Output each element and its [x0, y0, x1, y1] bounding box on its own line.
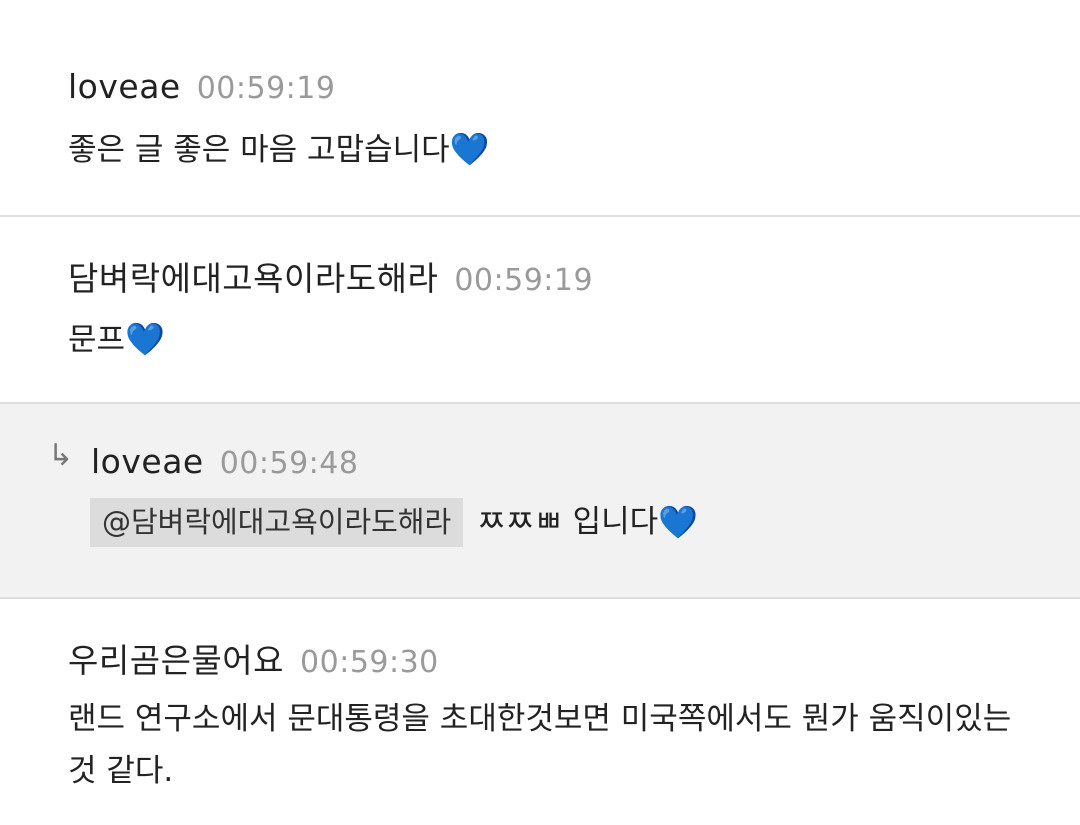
comment-author[interactable]: loveae	[91, 442, 204, 481]
comment-timestamp: 00:59:19	[196, 71, 336, 106]
comment-author[interactable]: 우리곰은물어요	[68, 634, 284, 682]
comment-author[interactable]: 담벼락에대고욕이라도해라	[68, 252, 438, 300]
comment-item: 담벼락에대고욕이라도해라 00:59:19 문프💙	[0, 217, 1080, 404]
mention-tag[interactable]: @담벼락에대고욕이라도해라	[90, 497, 464, 547]
comment-text: 문프	[68, 322, 126, 358]
comment-meta: 담벼락에대고욕이라도해라 00:59:19	[68, 252, 593, 300]
comment-body: 랜드 연구소에서 문대통령을 초대한것보면 미국쪽에서도 뭔가 움직이있는것 같…	[68, 693, 1020, 797]
comment-meta: loveae 00:59:48	[91, 442, 358, 481]
comment-meta: 우리곰은물어요 00:59:30	[68, 634, 439, 682]
comment-timestamp: 00:59:48	[219, 446, 359, 481]
comment-list: loveae 00:59:19 좋은 글 좋은 마음 고맙습니다💙 담벼락에대고…	[0, 0, 1080, 825]
comment-body: 문프💙	[68, 314, 1020, 365]
comment-meta: loveae 00:59:19	[68, 67, 335, 106]
reply-comment-item: ↳ loveae 00:59:48 @담벼락에대고욕이라도해라 ㅉㅉㅃ 입니다 💙	[0, 404, 1080, 599]
comment-text: 랜드 연구소에서 문대통령을 초대한것보면 미국쪽에서도 뭔가 움직이있는것 같…	[68, 701, 1012, 789]
comment-author[interactable]: loveae	[68, 67, 181, 106]
comment-item: 우리곰은물어요 00:59:30 랜드 연구소에서 문대통령을 초대한것보면 미…	[0, 599, 1080, 825]
comment-body: @담벼락에대고욕이라도해라 ㅉㅉㅃ 입니다 💙	[90, 497, 1020, 547]
comment-timestamp: 00:59:30	[300, 645, 439, 680]
comment-body: 좋은 글 좋은 마음 고맙습니다💙	[68, 124, 1020, 175]
comment-text: 좋은 글 좋은 마음 고맙습니다	[68, 132, 450, 168]
blue-heart-icon: 💙	[125, 320, 165, 358]
reply-arrow-icon: ↳	[48, 438, 74, 473]
blue-heart-icon: 💙	[449, 130, 490, 168]
comment-item: loveae 00:59:19 좋은 글 좋은 마음 고맙습니다💙	[0, 0, 1080, 217]
comment-timestamp: 00:59:19	[454, 263, 594, 298]
blue-heart-icon: 💙	[658, 503, 698, 541]
comment-text: ㅉㅉㅃ 입니다	[477, 504, 659, 540]
